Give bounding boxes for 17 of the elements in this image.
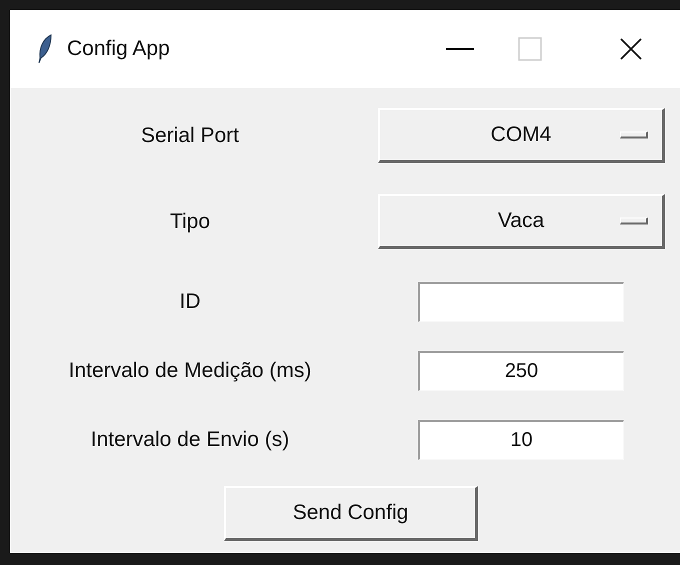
input-field[interactable]: 250	[418, 351, 624, 391]
dropdown-menu[interactable]: COM4	[378, 108, 665, 163]
minimize-icon[interactable]	[446, 47, 474, 51]
close-icon[interactable]	[620, 38, 642, 60]
field-label: Serial Port	[140, 122, 240, 149]
input-field[interactable]: 10	[418, 420, 624, 460]
window-title: Config App	[67, 36, 170, 62]
dropdown-indicator-icon	[620, 218, 648, 224]
send-config-button[interactable]: Send Config	[224, 486, 478, 541]
dropdown-indicator-icon	[620, 132, 648, 138]
input-field[interactable]	[418, 282, 624, 322]
field-label: Intervalo de Medição (ms)	[68, 358, 312, 384]
dropdown-menu[interactable]: Vaca	[378, 194, 665, 249]
field-label: ID	[180, 289, 200, 316]
feather-icon	[37, 34, 53, 64]
field-label: Tipo	[170, 208, 210, 235]
field-label: Intervalo de Envio (s)	[90, 427, 290, 454]
